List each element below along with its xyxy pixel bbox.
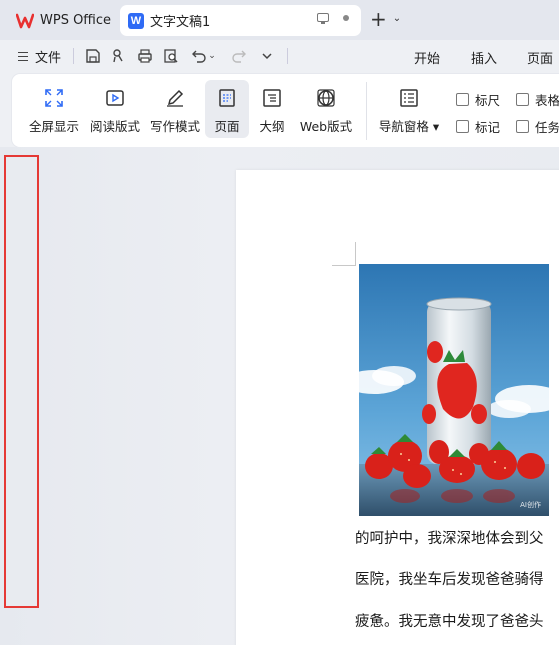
markup-checkbox[interactable]: 标记 [456, 117, 500, 136]
page-view-icon [215, 86, 239, 110]
margin-corner-mark-vertical [355, 242, 356, 266]
outline-button[interactable]: 大纲 [252, 80, 292, 138]
left-side-panel-highlight[interactable] [4, 155, 39, 608]
menu-icon [18, 52, 28, 61]
task-label: 任务 [535, 120, 559, 135]
table-checkbox-box[interactable] [516, 93, 529, 106]
share-link-icon[interactable] [110, 47, 128, 65]
task-checkbox-box[interactable] [516, 120, 529, 133]
paragraph-2[interactable]: 医院，我坐车后发现爸爸骑得 [355, 568, 544, 589]
tab-wps-label: WPS Office [40, 13, 112, 28]
fullscreen-button[interactable]: 全屏显示 [24, 80, 84, 138]
fullscreen-label: 全屏显示 [28, 119, 79, 134]
tab-page[interactable]: 页面 [527, 48, 553, 67]
page-view-label: 页面 [214, 119, 240, 134]
redo-icon[interactable] [230, 47, 248, 65]
nav-pane-icon [397, 86, 421, 110]
markup-checkbox-box[interactable] [456, 120, 469, 133]
margin-corner-mark [332, 265, 356, 266]
page-view-button[interactable]: 页面 [205, 80, 249, 138]
document-image[interactable]: AI创作 [359, 264, 549, 516]
save-icon[interactable] [84, 47, 102, 65]
paragraph-1[interactable]: 的呵护中，我深深地体会到父 [355, 527, 544, 548]
window-mode-icon[interactable] [317, 13, 329, 24]
ruler-checkbox[interactable]: 标尺 [456, 90, 500, 109]
view-ribbon: 全屏显示 阅读版式 写作模式 页面 大纲 Web版式 导航窗格 ▾ 标尺 标记 … [12, 74, 559, 147]
read-mode-icon [103, 86, 127, 110]
markup-label: 标记 [475, 120, 501, 135]
tab-home[interactable]: 开始 [414, 48, 440, 67]
unsaved-dot-icon [343, 14, 349, 21]
file-menu-label: 文件 [35, 51, 62, 66]
outline-label: 大纲 [259, 119, 285, 134]
new-tab-chevron-icon[interactable]: ⌄ [393, 9, 401, 29]
outline-icon [260, 86, 284, 110]
table-checkbox[interactable]: 表格 [516, 90, 559, 109]
nav-pane-button[interactable]: 导航窗格 ▾ [376, 80, 442, 138]
table-label: 表格 [535, 93, 559, 108]
wps-logo-icon [16, 13, 34, 28]
write-mode-icon [163, 86, 187, 110]
ruler-label: 标尺 [475, 93, 501, 108]
new-tab-plus-icon[interactable]: + [370, 9, 387, 29]
tab-wps-office[interactable]: WPS Office [6, 5, 114, 36]
read-mode-label: 阅读版式 [89, 119, 140, 134]
fullscreen-icon [42, 86, 66, 110]
print-preview-icon[interactable] [162, 47, 180, 65]
web-layout-label: Web版式 [299, 119, 353, 134]
undo-dropdown-icon[interactable]: ⌄ [206, 47, 218, 65]
tab-document-label: 文字文稿1 [150, 15, 211, 30]
tab-document[interactable]: W 文字文稿1 [120, 5, 361, 36]
write-mode-label: 写作模式 [149, 119, 200, 134]
tab-insert[interactable]: 插入 [471, 48, 497, 67]
task-checkbox[interactable]: 任务 [516, 117, 559, 136]
nav-pane-label: 导航窗格 ▾ [378, 119, 440, 134]
read-mode-button[interactable]: 阅读版式 [85, 80, 145, 138]
quick-toolbar: 文件 ⌄ 开始 插入 页面 [0, 40, 559, 72]
file-menu-button[interactable]: 文件 [18, 47, 61, 66]
print-icon[interactable] [136, 47, 154, 65]
more-chevron-icon[interactable] [258, 47, 276, 65]
web-layout-icon [314, 86, 338, 110]
image-watermark: AI创作 [520, 501, 541, 509]
ruler-checkbox-box[interactable] [456, 93, 469, 106]
writer-doc-icon: W [128, 12, 144, 29]
paragraph-3[interactable]: 疲惫。我无意中发现了爸爸头 [355, 610, 544, 631]
tab-bar: WPS Office W 文字文稿1 + ⌄ [0, 0, 559, 40]
web-layout-button[interactable]: Web版式 [298, 80, 354, 138]
write-mode-button[interactable]: 写作模式 [145, 80, 205, 138]
